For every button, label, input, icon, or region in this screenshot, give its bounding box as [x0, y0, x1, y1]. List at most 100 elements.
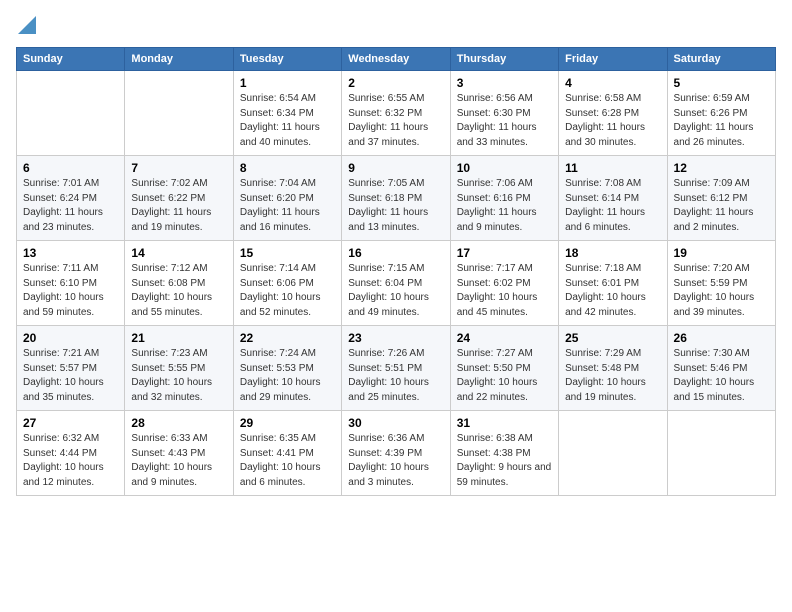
day-info: Sunrise: 7:23 AM Sunset: 5:55 PM Dayligh…: [131, 347, 226, 405]
calendar-cell: 17 Sunrise: 7:17 AM Sunset: 6:02 PM Dayli…: [450, 241, 558, 326]
day-number: 11: [565, 161, 660, 175]
day-info: Sunrise: 6:35 AM Sunset: 4:41 PM Dayligh…: [240, 432, 335, 490]
calendar-cell: 29 Sunrise: 6:35 AM Sunset: 4:41 PM Dayli…: [233, 411, 341, 496]
calendar-cell: [559, 411, 667, 496]
day-number: 30: [348, 416, 443, 430]
calendar-cell: 10 Sunrise: 7:06 AM Sunset: 6:16 PM Dayli…: [450, 156, 558, 241]
day-info: Sunrise: 6:55 AM Sunset: 6:32 PM Dayligh…: [348, 92, 443, 150]
calendar-cell: 27 Sunrise: 6:32 AM Sunset: 4:44 PM Dayli…: [17, 411, 125, 496]
day-info: Sunrise: 6:36 AM Sunset: 4:39 PM Dayligh…: [348, 432, 443, 490]
calendar-cell: 9 Sunrise: 7:05 AM Sunset: 6:18 PM Daylig…: [342, 156, 450, 241]
day-info: Sunrise: 7:21 AM Sunset: 5:57 PM Dayligh…: [23, 347, 118, 405]
calendar-cell: 30 Sunrise: 6:36 AM Sunset: 4:39 PM Dayli…: [342, 411, 450, 496]
calendar-cell: 3Sunrise: 6:56 AM Sunset: 6:30 PM Daylig…: [450, 71, 558, 156]
calendar-cell: [17, 71, 125, 156]
calendar-cell: 22 Sunrise: 7:24 AM Sunset: 5:53 PM Dayli…: [233, 326, 341, 411]
day-number: 9: [348, 161, 443, 175]
day-info: Sunrise: 6:59 AM Sunset: 6:26 PM Dayligh…: [674, 92, 769, 150]
day-info: Sunrise: 7:24 AM Sunset: 5:53 PM Dayligh…: [240, 347, 335, 405]
calendar-cell: 8Sunrise: 7:04 AM Sunset: 6:20 PM Daylig…: [233, 156, 341, 241]
day-info: Sunrise: 6:32 AM Sunset: 4:44 PM Dayligh…: [23, 432, 118, 490]
col-header-sunday: Sunday: [17, 48, 125, 71]
calendar-cell: 1 Sunrise: 6:54 AM Sunset: 6:34 PM Daylig…: [233, 71, 341, 156]
day-number: 22: [240, 331, 335, 345]
day-number: 14: [131, 246, 226, 260]
calendar-cell: 11 Sunrise: 7:08 AM Sunset: 6:14 PM Dayli…: [559, 156, 667, 241]
calendar-cell: 15 Sunrise: 7:14 AM Sunset: 6:06 PM Dayli…: [233, 241, 341, 326]
day-info: Sunrise: 7:02 AM Sunset: 6:22 PM Dayligh…: [131, 177, 226, 235]
logo: [16, 16, 36, 37]
day-number: 12: [674, 161, 769, 175]
day-info: Sunrise: 7:15 AM Sunset: 6:04 PM Dayligh…: [348, 262, 443, 320]
day-number: 23: [348, 331, 443, 345]
day-number: 17: [457, 246, 552, 260]
day-number: 28: [131, 416, 226, 430]
day-info: Sunrise: 7:01 AM Sunset: 6:24 PM Dayligh…: [23, 177, 118, 235]
day-number: 19: [674, 246, 769, 260]
day-info: Sunrise: 6:58 AM Sunset: 6:28 PM Dayligh…: [565, 92, 660, 150]
day-info: Sunrise: 7:04 AM Sunset: 6:20 PM Dayligh…: [240, 177, 335, 235]
day-number: 10: [457, 161, 552, 175]
day-number: 26: [674, 331, 769, 345]
day-info: Sunrise: 7:09 AM Sunset: 6:12 PM Dayligh…: [674, 177, 769, 235]
day-info: Sunrise: 7:05 AM Sunset: 6:18 PM Dayligh…: [348, 177, 443, 235]
week-row-2: 6 Sunrise: 7:01 AM Sunset: 6:24 PM Daylig…: [17, 156, 776, 241]
page-header: [16, 16, 776, 37]
day-number: 24: [457, 331, 552, 345]
calendar-cell: 13Sunrise: 7:11 AM Sunset: 6:10 PM Dayli…: [17, 241, 125, 326]
col-header-wednesday: Wednesday: [342, 48, 450, 71]
day-info: Sunrise: 6:54 AM Sunset: 6:34 PM Dayligh…: [240, 92, 335, 150]
week-row-1: 1 Sunrise: 6:54 AM Sunset: 6:34 PM Daylig…: [17, 71, 776, 156]
col-header-tuesday: Tuesday: [233, 48, 341, 71]
day-info: Sunrise: 7:08 AM Sunset: 6:14 PM Dayligh…: [565, 177, 660, 235]
day-info: Sunrise: 7:20 AM Sunset: 5:59 PM Dayligh…: [674, 262, 769, 320]
day-number: 2: [348, 76, 443, 90]
calendar-cell: [125, 71, 233, 156]
day-number: 4: [565, 76, 660, 90]
day-number: 1: [240, 76, 335, 90]
calendar-cell: 19 Sunrise: 7:20 AM Sunset: 5:59 PM Dayli…: [667, 241, 775, 326]
calendar-cell: 24Sunrise: 7:27 AM Sunset: 5:50 PM Dayli…: [450, 326, 558, 411]
calendar-cell: 18 Sunrise: 7:18 AM Sunset: 6:01 PM Dayli…: [559, 241, 667, 326]
calendar-cell: 2 Sunrise: 6:55 AM Sunset: 6:32 PM Daylig…: [342, 71, 450, 156]
day-info: Sunrise: 7:26 AM Sunset: 5:51 PM Dayligh…: [348, 347, 443, 405]
day-info: Sunrise: 7:17 AM Sunset: 6:02 PM Dayligh…: [457, 262, 552, 320]
day-number: 21: [131, 331, 226, 345]
day-number: 5: [674, 76, 769, 90]
day-info: Sunrise: 7:06 AM Sunset: 6:16 PM Dayligh…: [457, 177, 552, 235]
day-number: 7: [131, 161, 226, 175]
col-header-friday: Friday: [559, 48, 667, 71]
calendar-cell: 14 Sunrise: 7:12 AM Sunset: 6:08 PM Dayli…: [125, 241, 233, 326]
day-info: Sunrise: 6:33 AM Sunset: 4:43 PM Dayligh…: [131, 432, 226, 490]
day-number: 31: [457, 416, 552, 430]
calendar-header: SundayMondayTuesdayWednesdayThursdayFrid…: [17, 48, 776, 71]
calendar-cell: 16 Sunrise: 7:15 AM Sunset: 6:04 PM Dayli…: [342, 241, 450, 326]
calendar-cell: 25Sunrise: 7:29 AM Sunset: 5:48 PM Dayli…: [559, 326, 667, 411]
day-info: Sunrise: 7:14 AM Sunset: 6:06 PM Dayligh…: [240, 262, 335, 320]
calendar-cell: 26 Sunrise: 7:30 AM Sunset: 5:46 PM Dayli…: [667, 326, 775, 411]
calendar-cell: 20 Sunrise: 7:21 AM Sunset: 5:57 PM Dayli…: [17, 326, 125, 411]
day-number: 6: [23, 161, 118, 175]
day-number: 16: [348, 246, 443, 260]
day-info: Sunrise: 7:29 AM Sunset: 5:48 PM Dayligh…: [565, 347, 660, 405]
calendar-cell: 28 Sunrise: 6:33 AM Sunset: 4:43 PM Dayli…: [125, 411, 233, 496]
logo-triangle-icon: [18, 16, 36, 34]
day-number: 29: [240, 416, 335, 430]
day-info: Sunrise: 7:30 AM Sunset: 5:46 PM Dayligh…: [674, 347, 769, 405]
day-number: 18: [565, 246, 660, 260]
week-row-4: 20 Sunrise: 7:21 AM Sunset: 5:57 PM Dayli…: [17, 326, 776, 411]
calendar-cell: 4 Sunrise: 6:58 AM Sunset: 6:28 PM Daylig…: [559, 71, 667, 156]
day-number: 3: [457, 76, 552, 90]
day-number: 20: [23, 331, 118, 345]
col-header-monday: Monday: [125, 48, 233, 71]
calendar-cell: 5 Sunrise: 6:59 AM Sunset: 6:26 PM Daylig…: [667, 71, 775, 156]
calendar-cell: 12 Sunrise: 7:09 AM Sunset: 6:12 PM Dayli…: [667, 156, 775, 241]
day-number: 27: [23, 416, 118, 430]
day-info: Sunrise: 6:38 AM Sunset: 4:38 PM Dayligh…: [457, 432, 552, 490]
col-header-thursday: Thursday: [450, 48, 558, 71]
calendar-cell: 7 Sunrise: 7:02 AM Sunset: 6:22 PM Daylig…: [125, 156, 233, 241]
day-info: Sunrise: 7:18 AM Sunset: 6:01 PM Dayligh…: [565, 262, 660, 320]
day-number: 15: [240, 246, 335, 260]
calendar-table: SundayMondayTuesdayWednesdayThursdayFrid…: [16, 47, 776, 496]
day-info: Sunrise: 7:12 AM Sunset: 6:08 PM Dayligh…: [131, 262, 226, 320]
